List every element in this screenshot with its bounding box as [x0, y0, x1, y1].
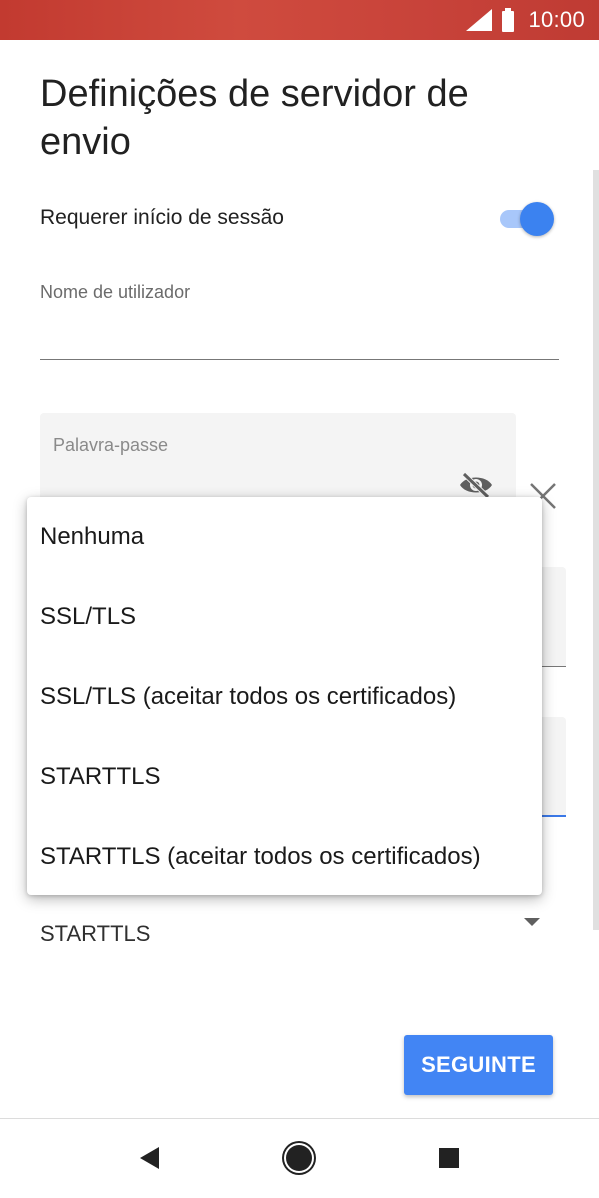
- username-field[interactable]: [40, 359, 559, 360]
- username-label: Nome de utilizador: [40, 282, 191, 302]
- back-triangle-icon[interactable]: [140, 1147, 159, 1169]
- recents-square-icon[interactable]: [439, 1148, 459, 1168]
- cellular-signal-icon: [466, 9, 493, 31]
- menu-item-nenhuma[interactable]: Nenhuma: [27, 497, 542, 577]
- battery-full-icon: [502, 8, 515, 32]
- security-type-select[interactable]: STARTTLS: [40, 921, 150, 947]
- menu-item-ssl-tls-accept-all[interactable]: SSL/TLS (aceitar todos os certificados): [27, 657, 542, 737]
- page-title: Definições de servidor de envio: [40, 73, 469, 163]
- menu-item-ssl-tls[interactable]: SSL/TLS: [27, 577, 542, 657]
- menu-item-starttls[interactable]: STARTTLS: [27, 737, 542, 817]
- server-field-edge[interactable]: [540, 567, 566, 667]
- toggle-thumb: [520, 202, 554, 236]
- menu-item-starttls-accept-all[interactable]: STARTTLS (aceitar todos os certificados): [27, 817, 542, 897]
- screen: 10:00 Definições de servidor de envio Re…: [0, 0, 599, 1198]
- status-icons: 10:00: [466, 6, 585, 34]
- status-bar: 10:00: [0, 0, 599, 40]
- status-clock: 10:00: [528, 7, 585, 32]
- security-type-menu: Nenhuma SSL/TLS SSL/TLS (aceitar todos o…: [27, 497, 542, 895]
- next-button[interactable]: SEGUINTE: [404, 1035, 553, 1095]
- dropdown-arrow-icon[interactable]: [524, 918, 540, 926]
- home-circle-icon[interactable]: [286, 1145, 312, 1171]
- password-label: Palavra-passe: [53, 435, 169, 455]
- require-signin-label: Requerer início de sessão: [40, 206, 284, 229]
- eye-off-icon[interactable]: [458, 471, 494, 499]
- require-signin-toggle[interactable]: [498, 202, 556, 236]
- port-field-edge[interactable]: [540, 717, 566, 817]
- scroll-indicator[interactable]: [593, 170, 599, 930]
- system-nav-bar: [0, 1119, 599, 1198]
